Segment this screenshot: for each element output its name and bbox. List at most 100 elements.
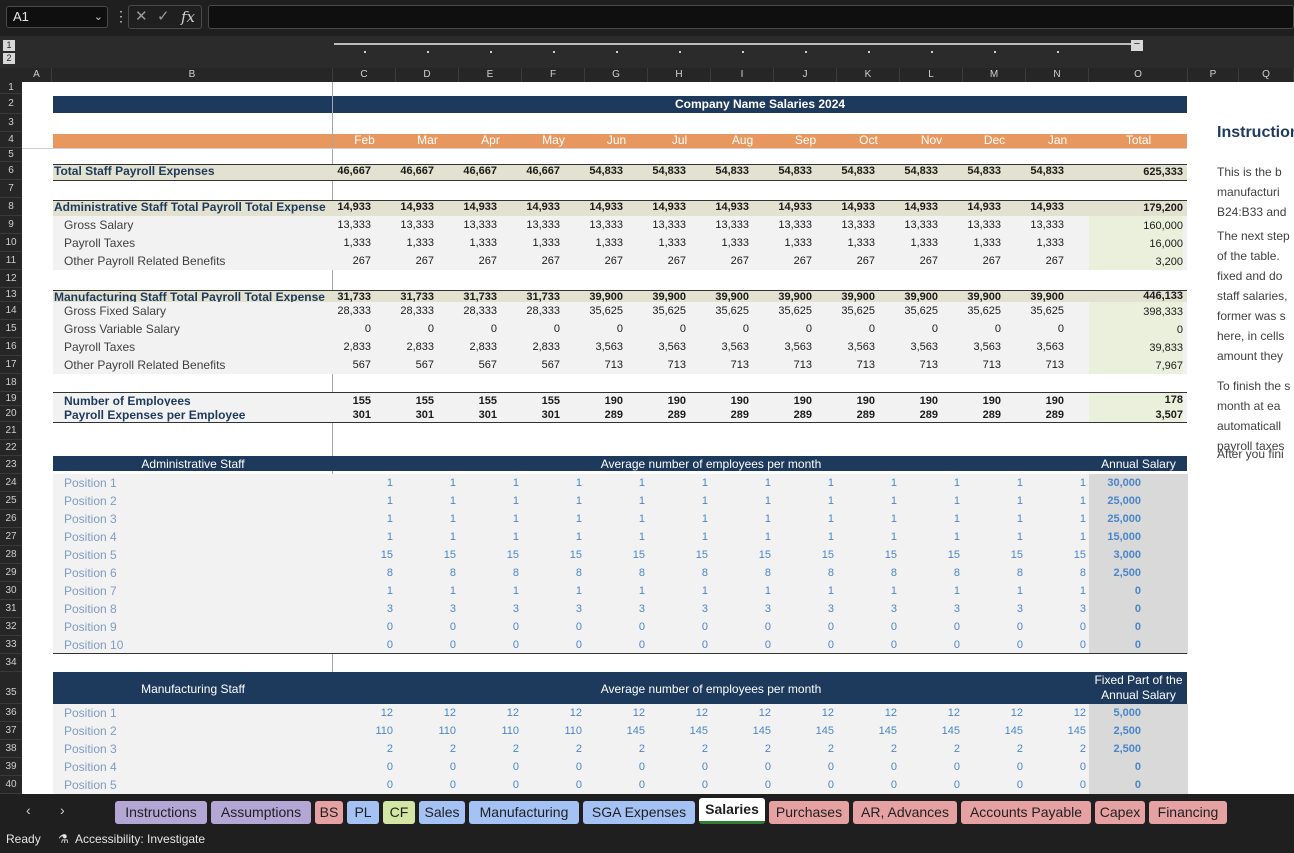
total-value[interactable]: 625,333: [1089, 162, 1183, 180]
tab-ar-advances[interactable]: AR, Advances: [853, 801, 957, 824]
row-header-34[interactable]: 34: [0, 654, 22, 672]
cell-value[interactable]: 1,333: [648, 237, 686, 249]
admin-count[interactable]: 8: [585, 567, 645, 579]
col-header-J[interactable]: J: [774, 68, 837, 82]
admin-count[interactable]: 3: [711, 603, 771, 615]
cell-value[interactable]: 301: [396, 409, 434, 421]
admin-count[interactable]: 0: [333, 621, 393, 633]
admin-count[interactable]: 15: [711, 549, 771, 561]
admin-count[interactable]: 1: [1026, 477, 1086, 489]
cell-value[interactable]: 713: [963, 359, 1001, 371]
cell-value[interactable]: 35,625: [711, 305, 749, 317]
row-header-16[interactable]: 16: [0, 338, 22, 356]
manuf-count[interactable]: 2: [522, 743, 582, 755]
manuf-count[interactable]: 12: [333, 707, 393, 719]
manuf-count[interactable]: 0: [711, 779, 771, 791]
cell-value[interactable]: 3,563: [774, 341, 812, 353]
cell-value[interactable]: 1,333: [837, 237, 875, 249]
manuf-count[interactable]: 2: [396, 743, 456, 755]
admin-count[interactable]: 3: [333, 603, 393, 615]
row-header-7[interactable]: 7: [0, 180, 22, 198]
cell-value[interactable]: 713: [648, 359, 686, 371]
admin-count[interactable]: 3: [774, 603, 834, 615]
cell-value[interactable]: 1,333: [711, 237, 749, 249]
cell-value[interactable]: 35,625: [1026, 305, 1064, 317]
tab-sales[interactable]: Sales: [419, 801, 465, 824]
admin-count[interactable]: 1: [711, 495, 771, 507]
admin-salary[interactable]: 15,000: [1089, 531, 1141, 543]
admin-count[interactable]: 0: [585, 639, 645, 651]
row-header-20[interactable]: 20: [0, 406, 22, 422]
tab-manufacturing[interactable]: Manufacturing: [469, 801, 579, 824]
admin-count[interactable]: 15: [963, 549, 1023, 561]
admin-position-label[interactable]: Position 7: [64, 584, 117, 598]
cell-value[interactable]: 14,933: [459, 201, 497, 213]
fx-icon[interactable]: fx: [181, 6, 195, 28]
admin-count[interactable]: 0: [1026, 621, 1086, 633]
admin-count[interactable]: 1: [711, 513, 771, 525]
cell-value[interactable]: 267: [333, 255, 371, 267]
admin-count[interactable]: 0: [900, 621, 960, 633]
admin-salary[interactable]: 0: [1089, 639, 1141, 651]
cell-value[interactable]: 0: [711, 323, 749, 335]
admin-count[interactable]: 15: [1026, 549, 1086, 561]
admin-count[interactable]: 1: [333, 513, 393, 525]
row-header-25[interactable]: 25: [0, 492, 22, 510]
admin-count[interactable]: 8: [900, 567, 960, 579]
cell-value[interactable]: 0: [459, 323, 497, 335]
cell-value[interactable]: 28,333: [333, 305, 371, 317]
manuf-count[interactable]: 0: [1026, 761, 1086, 773]
cell-value[interactable]: 267: [774, 255, 812, 267]
admin-count[interactable]: 1: [711, 585, 771, 597]
row-header-10[interactable]: 10: [0, 234, 22, 252]
cell-value[interactable]: 713: [711, 359, 749, 371]
manuf-count[interactable]: 145: [774, 725, 834, 737]
admin-count[interactable]: 1: [522, 585, 582, 597]
admin-count[interactable]: 15: [774, 549, 834, 561]
admin-count[interactable]: 1: [333, 585, 393, 597]
manuf-count[interactable]: 12: [585, 707, 645, 719]
col-header-I[interactable]: I: [711, 68, 774, 82]
manuf-salary[interactable]: 0: [1089, 761, 1141, 773]
cell-value[interactable]: 301: [522, 409, 560, 421]
cell-value[interactable]: 13,333: [774, 219, 812, 231]
manuf-count[interactable]: 0: [396, 779, 456, 791]
manuf-count[interactable]: 12: [774, 707, 834, 719]
admin-count[interactable]: 1: [459, 495, 519, 507]
total-value[interactable]: 0: [1089, 320, 1183, 338]
cell-value[interactable]: 54,833: [774, 165, 812, 177]
manuf-count[interactable]: 0: [963, 761, 1023, 773]
cell-value[interactable]: 35,625: [774, 305, 812, 317]
row-header-39[interactable]: 39: [0, 758, 22, 776]
col-header-N[interactable]: N: [1026, 68, 1089, 82]
cell-value[interactable]: 0: [837, 323, 875, 335]
admin-count[interactable]: 1: [459, 513, 519, 525]
total-value[interactable]: 446,133: [1089, 288, 1183, 302]
cell-value[interactable]: 1,333: [774, 237, 812, 249]
cell-value[interactable]: 267: [711, 255, 749, 267]
admin-count[interactable]: 0: [1026, 639, 1086, 651]
manuf-position-label[interactable]: Position 3: [64, 742, 117, 756]
admin-count[interactable]: 0: [963, 621, 1023, 633]
total-value[interactable]: 398,333: [1089, 302, 1183, 320]
row-header-2[interactable]: 2: [0, 94, 22, 114]
row-header-22[interactable]: 22: [0, 440, 22, 456]
cell-value[interactable]: 14,933: [522, 201, 560, 213]
admin-count[interactable]: 0: [396, 621, 456, 633]
cell-value[interactable]: 2,833: [522, 341, 560, 353]
row-header-17[interactable]: 17: [0, 356, 22, 374]
cell-value[interactable]: 14,933: [648, 201, 686, 213]
admin-count[interactable]: 1: [585, 531, 645, 543]
manuf-position-label[interactable]: Position 4: [64, 760, 117, 774]
row-header-4[interactable]: 4: [0, 132, 22, 148]
cell-value[interactable]: 1,333: [522, 237, 560, 249]
admin-count[interactable]: 1: [774, 585, 834, 597]
admin-count[interactable]: 0: [900, 639, 960, 651]
admin-count[interactable]: 15: [459, 549, 519, 561]
cell-value[interactable]: 14,933: [900, 201, 938, 213]
admin-count[interactable]: 1: [711, 477, 771, 489]
cell-value[interactable]: 54,833: [585, 165, 623, 177]
admin-salary[interactable]: 25,000: [1089, 513, 1141, 525]
cell-value[interactable]: 46,667: [459, 165, 497, 177]
enter-icon[interactable]: ✓: [157, 6, 170, 28]
